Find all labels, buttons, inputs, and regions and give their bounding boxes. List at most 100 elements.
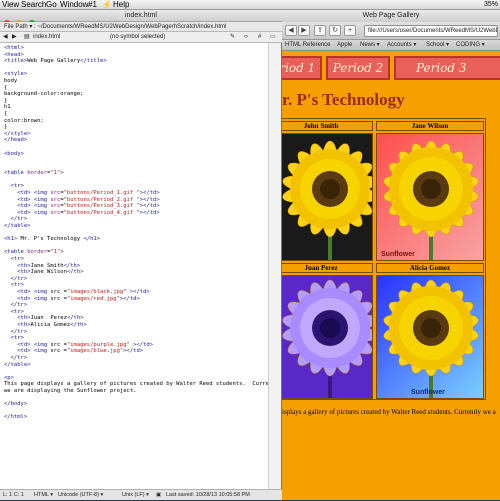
code-line[interactable]: <td> <img src="buttons/Period_2.gif "></… bbox=[4, 197, 268, 204]
code-line[interactable]: { bbox=[4, 85, 268, 92]
period-3-button[interactable]: Period 3 bbox=[394, 56, 500, 80]
code-line[interactable]: <title>Web Page Gallery</title> bbox=[4, 58, 268, 65]
share-icon[interactable]: ⇪ bbox=[314, 25, 326, 36]
code-line[interactable]: </body> bbox=[4, 401, 268, 408]
back-button[interactable]: ◀ bbox=[285, 25, 297, 36]
code-line[interactable]: <td> <img src ="images/black.jpg" ></td> bbox=[4, 289, 268, 296]
lightning-icon[interactable]: ⚡ bbox=[102, 0, 112, 10]
address-bar[interactable]: file:///Users/user/Documents/WReedMS/U2W… bbox=[364, 25, 498, 37]
code-editor[interactable]: <html> <head> <title>Web Page Gallery</tit… bbox=[0, 43, 268, 489]
add-icon[interactable]: + bbox=[344, 25, 356, 36]
code-line[interactable]: </tr> bbox=[4, 302, 268, 309]
code-line[interactable]: we are displaying the Sunflower project. bbox=[4, 388, 268, 395]
browser-window: Web Page Gallery ◀ ▶ ⇪ ↻ + file:///Users… bbox=[282, 10, 500, 500]
file-path-bar[interactable]: File Path ▾ : ~/Documents/WReedMS/U2WebD… bbox=[0, 22, 282, 32]
code-line[interactable]: <p> bbox=[4, 375, 268, 382]
hash-icon[interactable]: # bbox=[258, 32, 261, 43]
code-line[interactable]: <tr> bbox=[4, 256, 268, 263]
code-line[interactable] bbox=[4, 65, 268, 72]
menu-go[interactable]: Go bbox=[46, 0, 57, 10]
menu-window[interactable]: Window bbox=[60, 0, 88, 10]
code-line[interactable]: body bbox=[4, 78, 268, 85]
code-line[interactable]: h1 bbox=[4, 104, 268, 111]
code-line[interactable] bbox=[4, 144, 268, 151]
code-line[interactable]: background-color:orange; bbox=[4, 91, 268, 98]
code-line[interactable]: This page displays a gallery of pictures… bbox=[4, 381, 268, 388]
pencil-icon[interactable]: ✎ bbox=[230, 32, 235, 43]
code-line[interactable]: <td> <img src="buttons/Period_1.gif "></… bbox=[4, 190, 268, 197]
code-line[interactable]: </table> bbox=[4, 223, 268, 230]
code-line[interactable]: </tr> bbox=[4, 355, 268, 362]
period-2-button[interactable]: Period 2 bbox=[326, 56, 390, 80]
vertical-scrollbar[interactable] bbox=[268, 43, 281, 489]
code-line[interactable]: <tr> bbox=[4, 183, 268, 190]
forward-arrow-icon[interactable]: ▶ bbox=[12, 32, 17, 43]
code-line[interactable]: </tr> bbox=[4, 329, 268, 336]
syntax-selector[interactable]: HTML ▾ bbox=[34, 490, 53, 501]
menu-view[interactable]: View bbox=[2, 0, 19, 10]
code-line[interactable]: <table border="1"> bbox=[4, 249, 268, 256]
line-endings-selector[interactable]: Unix (LF) ▾ bbox=[122, 490, 149, 501]
code-line[interactable]: <body> bbox=[4, 151, 268, 158]
code-line[interactable]: } bbox=[4, 124, 268, 131]
code-line[interactable]: </style> bbox=[4, 131, 268, 138]
code-line[interactable]: </html> bbox=[4, 414, 268, 421]
code-line[interactable]: <td> <img src ="images/blue.jpg"></td> bbox=[4, 348, 268, 355]
bookmark-coding[interactable]: CODING ▾ bbox=[456, 40, 485, 51]
code-line[interactable] bbox=[4, 157, 268, 164]
bookmark-accounts[interactable]: Accounts ▾ bbox=[387, 40, 416, 51]
code-line[interactable]: </tr> bbox=[4, 276, 268, 283]
document-stats-icon[interactable]: ▣ bbox=[156, 490, 161, 501]
code-line[interactable] bbox=[4, 164, 268, 171]
code-line[interactable]: <tr> bbox=[4, 335, 268, 342]
document-tab[interactable]: index.html bbox=[33, 32, 60, 43]
editor-status-bar: L: 1 C: 1 HTML ▾ Unicode (UTF-8) ▾ Unix … bbox=[0, 489, 282, 500]
markup-icon[interactable]: ‹› bbox=[244, 32, 248, 43]
code-line[interactable]: <td> <img src ="images/red.jpg"></td> bbox=[4, 296, 268, 303]
code-line[interactable] bbox=[4, 394, 268, 401]
split-view-icon[interactable]: ▭ bbox=[270, 32, 276, 43]
code-line[interactable]: </tr> bbox=[4, 216, 268, 223]
code-line[interactable]: } bbox=[4, 98, 268, 105]
code-line[interactable] bbox=[4, 177, 268, 184]
code-line[interactable]: color:brown; bbox=[4, 118, 268, 125]
bookmark-apple[interactable]: Apple bbox=[337, 40, 352, 51]
code-line[interactable]: <html> bbox=[4, 45, 268, 52]
editor-title-bar[interactable]: index.html bbox=[0, 10, 282, 26]
menu-search[interactable]: Search bbox=[21, 0, 46, 10]
code-line[interactable]: <th>Jane Smith</th> bbox=[4, 263, 268, 270]
editor-navigation-bar: ◀ ▶ ▤ index.html (no symbol selected) ✎ … bbox=[0, 32, 282, 43]
code-line[interactable]: <td> <img src="buttons/Period_3.gif "></… bbox=[4, 203, 268, 210]
menu-scripts[interactable]: #1 bbox=[88, 0, 97, 10]
code-line[interactable]: <td> <img src="buttons/Period_4.gif "></… bbox=[4, 210, 268, 217]
code-line[interactable]: <tr> bbox=[4, 309, 268, 316]
code-line[interactable]: <table border="1"> bbox=[4, 170, 268, 177]
code-line[interactable]: </table> bbox=[4, 362, 268, 369]
code-line[interactable]: <th>Jane Wilson</th> bbox=[4, 269, 268, 276]
code-line[interactable]: { bbox=[4, 111, 268, 118]
symbol-selector[interactable]: (no symbol selected) bbox=[110, 32, 165, 43]
code-line[interactable]: <head> bbox=[4, 52, 268, 59]
bookmark-school[interactable]: School ▾ bbox=[426, 40, 449, 51]
bookmark-html-reference[interactable]: HTML Reference bbox=[285, 40, 330, 51]
code-line[interactable]: <h1> Mr. P's Technology </h1> bbox=[4, 236, 268, 243]
code-line[interactable] bbox=[4, 368, 268, 375]
code-line[interactable]: <tr> bbox=[4, 282, 268, 289]
code-line[interactable] bbox=[4, 408, 268, 415]
code-line[interactable] bbox=[4, 230, 268, 237]
code-line[interactable]: <style> bbox=[4, 71, 268, 78]
code-line[interactable]: <th>Juan Perez</th> bbox=[4, 315, 268, 322]
code-line[interactable]: <th>Alicia Gomez</th> bbox=[4, 322, 268, 329]
forward-button[interactable]: ▶ bbox=[298, 25, 310, 36]
document-icon: ▤ bbox=[24, 34, 30, 40]
reload-icon[interactable]: ↻ bbox=[329, 25, 341, 36]
code-line[interactable]: <td> <img src ="images/purple.jpg" ></td… bbox=[4, 342, 268, 349]
browser-title-bar[interactable]: Web Page Gallery bbox=[282, 10, 500, 22]
back-arrow-icon[interactable]: ◀ bbox=[3, 32, 8, 43]
bookmark-news[interactable]: News ▾ bbox=[360, 40, 380, 51]
code-line[interactable] bbox=[4, 243, 268, 250]
menu-help[interactable]: Help bbox=[113, 0, 129, 10]
encoding-selector[interactable]: Unicode (UTF-8) ▾ bbox=[58, 490, 103, 501]
code-line[interactable]: </head> bbox=[4, 137, 268, 144]
period-1-button[interactable]: Period 1 bbox=[282, 56, 322, 80]
